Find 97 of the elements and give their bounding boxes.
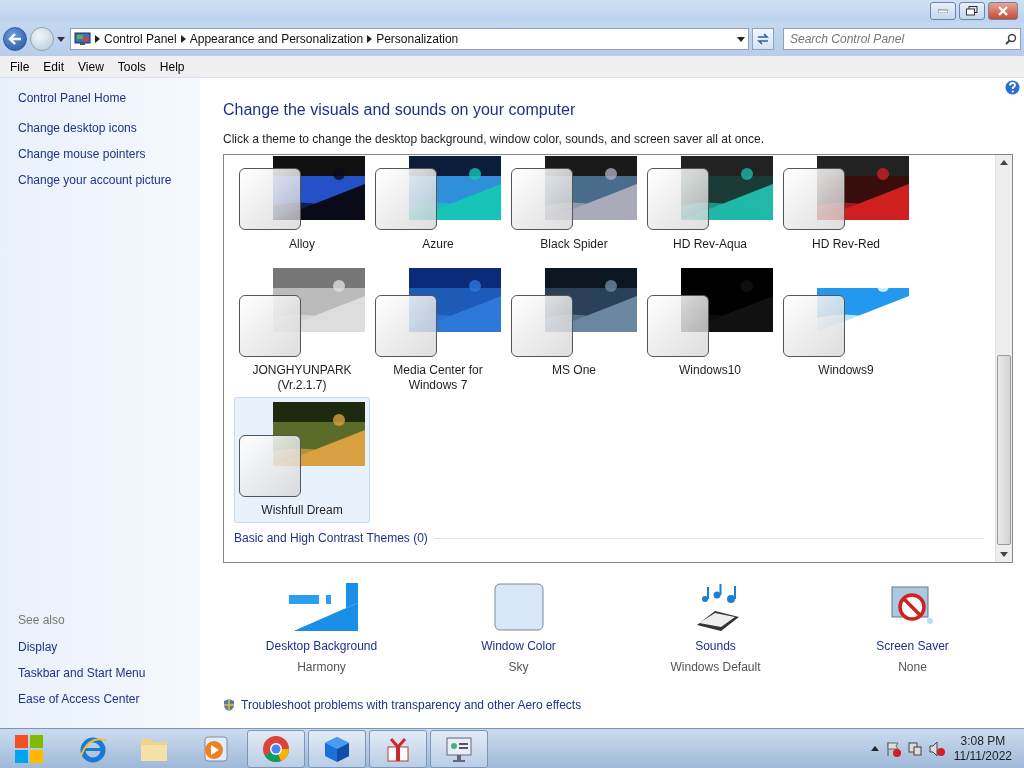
breadcrumb[interactable]: Personalization — [372, 30, 463, 48]
address-field[interactable]: Control Panel Appearance and Personalization Personalization — [70, 28, 749, 50]
sidebar-link[interactable]: Ease of Access Center — [18, 690, 200, 708]
theme-tile[interactable]: MS One — [506, 263, 642, 397]
chrome-icon[interactable] — [261, 733, 291, 764]
restore-button[interactable] — [959, 2, 985, 20]
theme-name: JONGHYUNPARK (Vr.2.1.7) — [251, 363, 353, 393]
clock-time[interactable]: 3:08 PM — [953, 733, 1012, 749]
window-color-swatch — [375, 168, 437, 230]
setting-value: None — [898, 659, 927, 676]
window-color-swatch — [375, 295, 437, 357]
back-arrow-icon[interactable] — [8, 33, 22, 45]
breadcrumb-arrow-icon[interactable] — [367, 35, 373, 43]
menu-item[interactable]: Help — [152, 57, 192, 76]
theme-name: HD Rev-Aqua — [672, 237, 748, 252]
theme-name: Windows9 — [817, 363, 875, 378]
theme-tile[interactable]: HD Rev-Aqua — [642, 155, 778, 263]
back-button[interactable] — [3, 27, 27, 51]
theme-tile[interactable]: Black Spider — [506, 155, 642, 263]
minimize-icon[interactable] — [938, 9, 948, 13]
breadcrumb-arrow-icon[interactable] — [95, 35, 100, 43]
description-text: Click a theme to change the desktop background, window color, sounds, and screen saver all at once. — [223, 131, 765, 148]
menu-item[interactable]: Tools — [110, 57, 153, 76]
sidebar-link[interactable]: Control Panel Home — [18, 89, 200, 107]
theme-tile[interactable]: Windows10 — [642, 263, 778, 397]
section-label: See also — [18, 612, 66, 629]
theme-tile[interactable]: Windows9 — [778, 263, 914, 397]
window-color-swatch — [647, 295, 709, 357]
scroll-up-icon[interactable] — [1000, 160, 1008, 165]
monitor-icon — [74, 32, 92, 46]
taskbar-button[interactable] — [247, 729, 305, 768]
theme-name: Wishfull Dream — [260, 503, 344, 518]
taskbar-button[interactable] — [308, 729, 366, 768]
theme-name: Media Center for Windows 7 — [392, 363, 484, 393]
theme-name: Azure — [421, 237, 455, 252]
flag-icon[interactable] — [884, 740, 901, 757]
menu-item[interactable]: File — [3, 57, 37, 76]
sidebar-link[interactable]: Taskbar and Start Menu — [18, 664, 200, 682]
theme-name: HD Rev-Red — [811, 237, 881, 252]
window-color-swatch — [239, 435, 301, 497]
four-squares-icon[interactable] — [14, 733, 44, 764]
theme-tile[interactable]: Azure — [370, 155, 506, 263]
refresh-icon[interactable] — [756, 33, 770, 45]
window-color-swatch — [511, 168, 573, 230]
window-color-swatch — [511, 295, 573, 357]
taskbar-button[interactable] — [430, 729, 488, 768]
theme-tile[interactable]: HD Rev-Red — [778, 155, 914, 263]
setting-link[interactable]: Screen Saver — [876, 637, 949, 655]
breadcrumb-arrow-icon[interactable] — [180, 35, 186, 43]
color-swatch-icon[interactable] — [493, 583, 544, 631]
taskbar-button[interactable] — [369, 729, 427, 768]
close-button[interactable] — [988, 2, 1018, 20]
refresh-button[interactable] — [752, 28, 774, 50]
scrollbar[interactable] — [995, 155, 1012, 562]
setting-value: Sky — [508, 659, 529, 676]
theme-name: Alloy — [288, 237, 316, 252]
scroll-down-icon[interactable] — [1000, 552, 1008, 557]
speaker-muted-icon[interactable] — [928, 740, 945, 757]
setting-value: Harmony — [297, 659, 346, 676]
theme-tile[interactable]: Wishfull Dream — [234, 397, 370, 523]
close-icon[interactable] — [998, 6, 1008, 16]
window-color-swatch — [783, 168, 845, 230]
page-heading: Change the visuals and sounds on your computer — [223, 100, 577, 120]
monitor-icon[interactable] — [444, 734, 474, 763]
setting-link[interactable]: Desktop Background — [265, 637, 378, 655]
theme-name: Windows10 — [678, 363, 742, 378]
sidebar-link[interactable]: Change desktop icons — [18, 119, 200, 137]
window-color-swatch — [647, 168, 709, 230]
search-icon[interactable] — [1005, 33, 1017, 45]
window-color-swatch — [783, 295, 845, 357]
sidebar-link[interactable]: Display — [18, 638, 200, 656]
dropdown-icon[interactable] — [737, 36, 745, 42]
breadcrumb[interactable]: Control Panel — [100, 30, 181, 48]
setting-value: Windows Default — [670, 659, 761, 676]
theme-tile[interactable]: Alloy — [234, 155, 370, 263]
window-color-swatch — [239, 168, 301, 230]
setting-link[interactable]: Sounds — [695, 637, 736, 655]
search-field[interactable]: Search Control Panel — [783, 28, 1021, 50]
setting-link[interactable]: Window Color — [481, 637, 556, 655]
show-hidden-icons-icon[interactable] — [870, 746, 879, 751]
theme-tile[interactable]: Media Center for Windows 7 — [370, 263, 506, 397]
theme-name: MS One — [551, 363, 597, 378]
sidebar-link[interactable]: Change your account picture — [18, 171, 200, 189]
help-icon[interactable] — [1005, 80, 1020, 95]
clock-date[interactable]: 11/11/2022 — [953, 748, 1012, 764]
theme-tile[interactable]: JONGHYUNPARK (Vr.2.1.7) — [234, 263, 370, 397]
theme-name: Black Spider — [539, 237, 609, 252]
menu-item[interactable]: Edit — [36, 57, 72, 76]
network-icon[interactable] — [906, 740, 923, 757]
restore-icon[interactable] — [966, 6, 978, 16]
breadcrumb[interactable]: Appearance and Personalization — [185, 30, 368, 48]
sidebar-link[interactable]: Change mouse pointers — [18, 145, 200, 163]
troubleshoot-link[interactable]: Troubleshoot problems with transparency and other Aero effects — [241, 696, 582, 714]
menu-item[interactable]: View — [71, 57, 111, 76]
section-heading: Basic and High Contrast Themes (0) — [234, 530, 428, 547]
shield-icon — [223, 699, 235, 711]
window-color-swatch — [239, 295, 301, 357]
